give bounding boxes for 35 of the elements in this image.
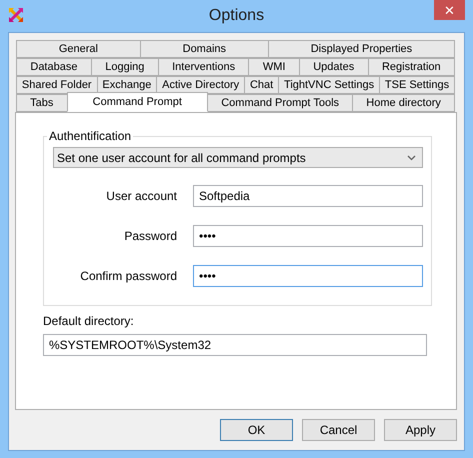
tab[interactable]: Tabs bbox=[16, 94, 68, 112]
tab[interactable]: Shared Folder bbox=[16, 76, 98, 94]
tab[interactable]: Home directory bbox=[352, 94, 456, 112]
tab[interactable]: General bbox=[16, 40, 141, 58]
input-field[interactable]: •••• bbox=[193, 225, 423, 247]
tab[interactable]: Updates bbox=[298, 58, 369, 76]
dialog-button[interactable]: Apply bbox=[384, 419, 457, 441]
field-label: Confirm password bbox=[79, 269, 177, 283]
chevron-down-icon bbox=[407, 154, 416, 160]
dialog-button[interactable]: Cancel bbox=[302, 419, 375, 441]
field-label: Default directory: bbox=[43, 314, 135, 328]
tab[interactable]: WMI bbox=[248, 58, 300, 76]
tab[interactable]: TSE Settings bbox=[379, 76, 455, 94]
field-label: Password bbox=[123, 229, 177, 243]
close-button[interactable]: ✕ bbox=[434, 0, 465, 20]
group-title: Authentification bbox=[48, 129, 132, 143]
directory-field[interactable]: %SYSTEMROOT%\System32 bbox=[43, 334, 427, 356]
field-label: User account bbox=[105, 189, 177, 203]
tab[interactable]: Active Directory bbox=[156, 76, 246, 94]
account-dropdown[interactable]: Set one user account for all command prompts bbox=[53, 147, 423, 168]
tab[interactable]: Command Prompt Tools bbox=[207, 94, 354, 112]
tab[interactable]: Database bbox=[16, 58, 92, 76]
tab[interactable]: Logging bbox=[90, 58, 159, 76]
window-title: Options bbox=[208, 7, 264, 25]
tab[interactable]: Command Prompt bbox=[66, 92, 208, 112]
tab[interactable]: Chat bbox=[244, 76, 280, 94]
tab[interactable]: Displayed Properties bbox=[268, 40, 456, 58]
tab[interactable]: Registration bbox=[368, 58, 456, 76]
tab[interactable]: TightVNC Settings bbox=[278, 76, 380, 94]
input-field[interactable]: Softpedia bbox=[193, 185, 423, 207]
tab[interactable]: Domains bbox=[140, 40, 269, 58]
input-field[interactable]: •••• bbox=[193, 265, 423, 287]
crossed-arrows-icon bbox=[8, 7, 24, 23]
tab[interactable]: Interventions bbox=[158, 58, 250, 76]
dialog-button[interactable]: OK bbox=[220, 419, 293, 441]
